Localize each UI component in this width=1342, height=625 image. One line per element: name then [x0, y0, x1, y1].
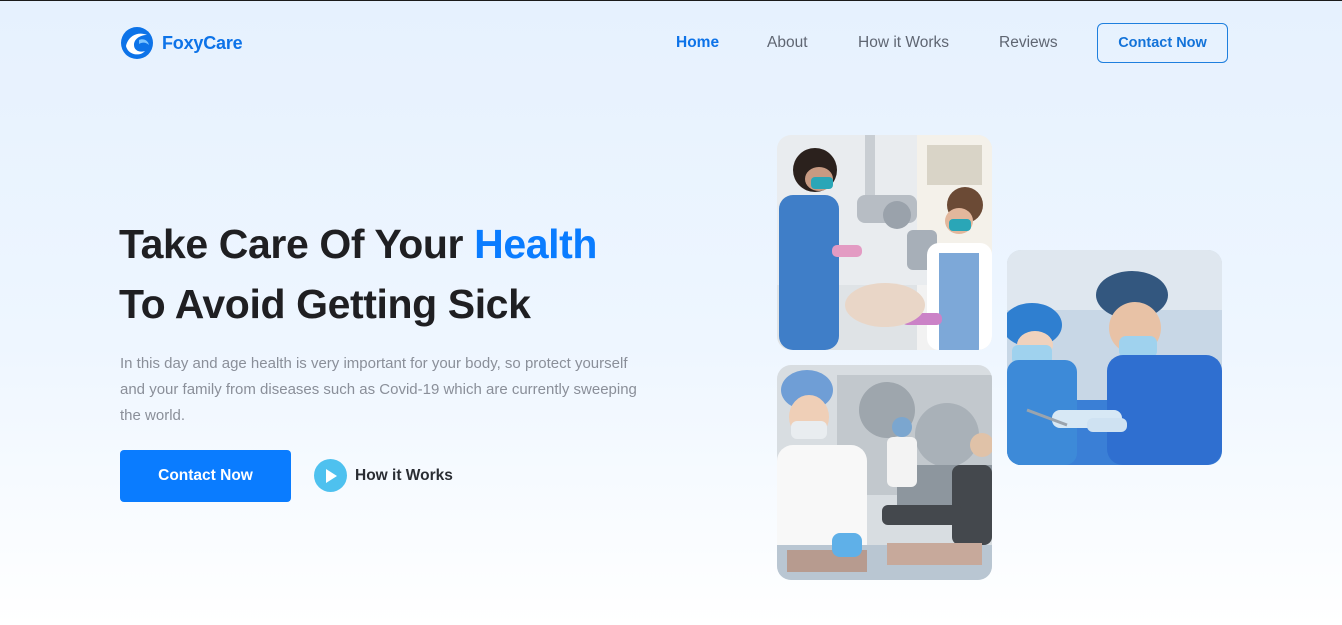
header-contact-button[interactable]: Contact Now [1097, 23, 1228, 63]
how-it-works-label: How it Works [355, 466, 453, 484]
nav-reviews[interactable]: Reviews [999, 34, 1058, 52]
hero-title-line1: Take Care Of Your [119, 221, 464, 267]
foxycare-logo-icon [121, 27, 153, 59]
nav-about[interactable]: About [767, 34, 808, 52]
surgery-photo [1007, 250, 1222, 465]
hero-title-accent: Health [474, 221, 598, 267]
lab-technician-photo [777, 365, 992, 580]
hero-contact-button[interactable]: Contact Now [120, 450, 291, 502]
nav-home[interactable]: Home [676, 34, 719, 52]
brand-logo[interactable]: FoxyCare [120, 26, 243, 60]
hero-title: Take Care Of Your Health To Avoid Gettin… [119, 214, 597, 334]
hero-description: In this day and age health is very impor… [120, 355, 637, 424]
how-it-works-link[interactable]: How it Works [314, 459, 453, 492]
brand-name: FoxyCare [162, 32, 243, 53]
nav-how-it-works[interactable]: How it Works [858, 34, 949, 52]
hero-title-line2: To Avoid Getting Sick [119, 281, 531, 327]
play-icon [314, 459, 347, 492]
dental-exam-photo [777, 135, 992, 350]
